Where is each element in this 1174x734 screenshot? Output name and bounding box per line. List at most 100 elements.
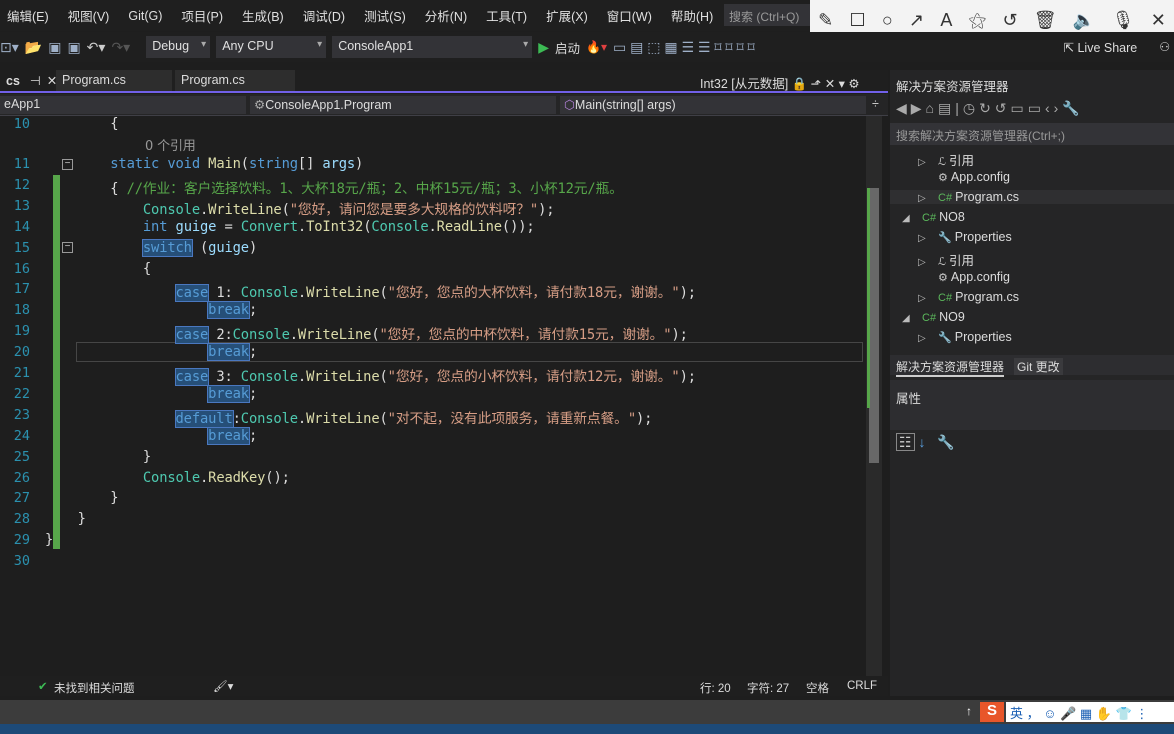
- tab-git-changes[interactable]: Git 更改: [1014, 358, 1063, 375]
- platform-dropdown[interactable]: Any CPU: [216, 36, 327, 58]
- sogou-ime-icon[interactable]: S: [980, 702, 1004, 722]
- code-line[interactable]: break;: [45, 384, 257, 403]
- tab-program-cs-2[interactable]: Program.cs: [175, 70, 295, 91]
- menu-item[interactable]: 生成(B): [242, 6, 284, 25]
- expand-icon[interactable]: ◢: [902, 213, 922, 224]
- toolbar-misc-icons[interactable]: ▭ ▤ ⬚ ▦ ☰ ☰ ⌑ ⌑ ⌑ ⌑: [613, 39, 755, 56]
- menu-item[interactable]: 分析(N): [425, 6, 467, 25]
- circle-icon[interactable]: ○: [882, 10, 893, 31]
- tree-item[interactable]: ▷ ℒ 引用: [918, 150, 974, 169]
- new-project-icon[interactable]: ⊡▾: [0, 39, 19, 56]
- tab-solution-explorer[interactable]: 解决方案资源管理器: [896, 358, 1005, 377]
- code-line[interactable]: break;: [45, 301, 257, 320]
- tree-item[interactable]: ▷ ℒ 引用: [918, 250, 974, 269]
- text-icon[interactable]: A: [940, 10, 952, 31]
- arrow-up-icon[interactable]: ↑: [966, 704, 972, 718]
- tree-item[interactable]: ⚙ App.config: [918, 270, 1010, 284]
- close-icon[interactable]: ✕: [1151, 10, 1166, 31]
- menu-item[interactable]: Git(G): [128, 9, 162, 23]
- categorized-icon[interactable]: ☷: [896, 433, 915, 451]
- vertical-scrollbar[interactable]: [866, 116, 882, 676]
- startup-project-dropdown[interactable]: ConsoleApp1: [332, 36, 533, 58]
- menu-item[interactable]: 扩展(X): [546, 6, 588, 25]
- expand-icon[interactable]: ◢: [902, 313, 922, 324]
- wrench-icon[interactable]: 🔧: [937, 434, 954, 450]
- split-icon[interactable]: ÷: [868, 96, 886, 114]
- code-line[interactable]: { //作业：客户选择饮料。1、大杯18元/瓶；2、中杯15元/瓶；3、小杯12…: [45, 177, 623, 197]
- code-editor[interactable]: − − 0 个引用 10 {11 static void Main(string…: [0, 116, 866, 676]
- dropdown-icon[interactable]: ▾: [835, 77, 845, 91]
- code-line[interactable]: Console.ReadKey();: [45, 470, 290, 486]
- gear-icon[interactable]: ⚙: [845, 77, 859, 91]
- code-line[interactable]: }: [45, 449, 151, 465]
- hot-reload-icon[interactable]: 🔥▾: [586, 40, 607, 54]
- char-number[interactable]: 字符: 27: [747, 680, 789, 696]
- menu-item[interactable]: 帮助(H): [671, 6, 713, 25]
- trash-icon[interactable]: 🗑: [1034, 10, 1057, 31]
- search-input[interactable]: 搜索 (Ctrl+Q): [724, 4, 814, 26]
- code-line[interactable]: case 2:Console.WriteLine("您好，您点的中杯饮料，请付款…: [45, 323, 688, 345]
- code-line[interactable]: {: [45, 261, 151, 277]
- pencil-icon[interactable]: ✎: [818, 10, 833, 31]
- code-line[interactable]: switch (guige): [45, 238, 257, 257]
- line-ending[interactable]: CRLF: [847, 680, 877, 692]
- pin-icon[interactable]: ⊣: [30, 74, 41, 88]
- brush-icon[interactable]: 🖌▾: [213, 679, 233, 693]
- promote-icon[interactable]: ⬏: [807, 77, 821, 91]
- menu-item[interactable]: 测试(S): [364, 6, 406, 25]
- expand-icon[interactable]: ▷: [918, 233, 938, 244]
- tab-program-cs[interactable]: Program.cs: [56, 70, 172, 91]
- code-line[interactable]: case 3: Console.WriteLine("您好，您点的小杯饮料，请付…: [45, 365, 696, 386]
- live-share-button[interactable]: ⇱ Live Share: [1064, 40, 1138, 55]
- code-line[interactable]: }: [45, 511, 86, 527]
- tree-item[interactable]: ▷ C# Program.cs: [890, 190, 1174, 204]
- close-icon[interactable]: ✕: [821, 77, 835, 91]
- tab-active[interactable]: cs ⊣ ✕: [0, 70, 57, 91]
- arrow-icon[interactable]: ↗: [909, 10, 924, 31]
- rectangle-icon[interactable]: ☐: [849, 10, 865, 31]
- solution-search-input[interactable]: 搜索解决方案资源管理器(Ctrl+;): [890, 123, 1174, 145]
- tree-item[interactable]: ▷ 🔧 Properties: [918, 330, 1012, 344]
- expand-icon[interactable]: ▷: [918, 157, 938, 168]
- tree-item[interactable]: ◢ C# NO8: [902, 210, 965, 224]
- undo-icon[interactable]: ↺: [1002, 10, 1017, 31]
- menu-item[interactable]: 工具(T): [486, 6, 527, 25]
- code-line[interactable]: {: [45, 116, 118, 132]
- scrollbar-thumb[interactable]: [869, 188, 879, 463]
- account-icon[interactable]: ⚇: [1159, 40, 1170, 54]
- issues-status[interactable]: 未找到相关问题: [54, 680, 135, 696]
- speaker-icon[interactable]: 🔈: [1073, 10, 1095, 31]
- solution-toolbar-icons[interactable]: ◀▶⌂▤|◷↻↺▭▭‹›🔧: [896, 100, 1084, 117]
- microphone-icon[interactable]: 🎙: [1112, 10, 1135, 31]
- ime-toolbar[interactable]: 英 ， ☺ 🎤 ▦ ✋ 👕 ⋮: [1006, 702, 1174, 722]
- tree-item[interactable]: ◢ C# NO9: [902, 310, 965, 324]
- code-line[interactable]: break;: [45, 426, 257, 445]
- menu-item[interactable]: 视图(V): [68, 6, 110, 25]
- member-dropdown[interactable]: ⬡Main(string[] args): [560, 96, 866, 114]
- code-line[interactable]: int guige = Convert.ToInt32(Console.Read…: [45, 219, 535, 235]
- line-number[interactable]: 行: 20: [700, 680, 731, 696]
- expand-icon[interactable]: ▷: [918, 333, 938, 344]
- sort-alpha-icon[interactable]: ↓: [918, 434, 925, 450]
- tree-item[interactable]: ⚙ App.config: [918, 170, 1010, 184]
- expand-icon[interactable]: ▷: [918, 293, 938, 304]
- tab-preview[interactable]: Int32 [从元数据] 🔒 ⬏ ✕ ▾ ⚙: [694, 70, 888, 91]
- start-button[interactable]: 启动: [555, 38, 580, 57]
- open-folder-icon[interactable]: 📂: [25, 39, 42, 56]
- class-dropdown[interactable]: ⚙ConsoleApp1.Program: [250, 96, 556, 114]
- config-dropdown[interactable]: Debug: [146, 36, 211, 58]
- menu-item[interactable]: 调试(D): [303, 6, 345, 25]
- code-line[interactable]: default:Console.WriteLine("对不起，没有此项服务，请重…: [45, 407, 652, 428]
- indent-mode[interactable]: 空格: [806, 680, 829, 696]
- project-dropdown[interactable]: eApp1: [0, 96, 246, 114]
- code-line[interactable]: }: [45, 490, 118, 506]
- code-line[interactable]: case 1: Console.WriteLine("您好，您点的大杯饮料，请付…: [45, 281, 696, 303]
- magic-wand-icon[interactable]: ⚝: [969, 10, 987, 31]
- play-icon[interactable]: ▶: [538, 39, 549, 56]
- undo-icon[interactable]: ↶▾: [87, 39, 106, 56]
- code-line[interactable]: Console.WriteLine("您好，请问您是要多大规格的饮料呀？");: [45, 198, 555, 218]
- expand-icon[interactable]: ▷: [918, 193, 938, 204]
- save-all-icon[interactable]: ▣: [67, 39, 80, 56]
- menu-item[interactable]: 编辑(E): [7, 6, 49, 25]
- expand-icon[interactable]: ▷: [918, 257, 938, 268]
